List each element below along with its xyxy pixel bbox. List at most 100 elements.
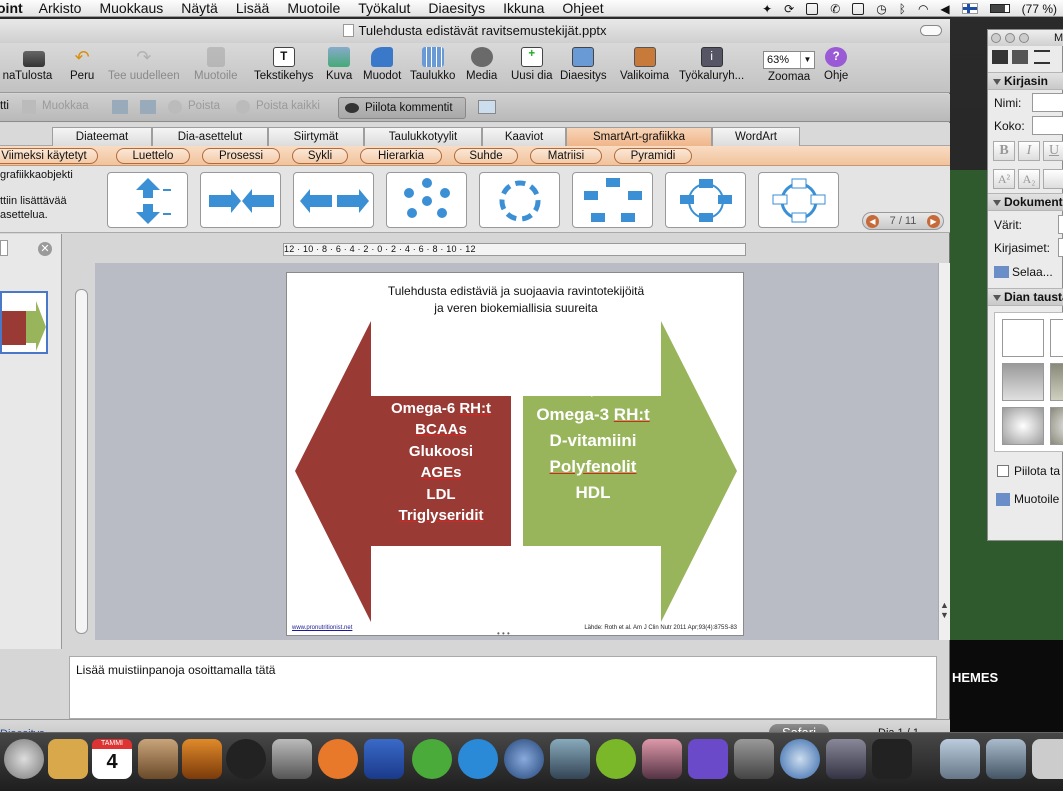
format-painter-button[interactable]: Muotoile — [194, 47, 237, 82]
table-button[interactable]: Taulukko — [410, 47, 455, 82]
background-swatch[interactable] — [1002, 363, 1044, 401]
close-pane-button[interactable]: ✕ — [38, 242, 52, 256]
smartart-option-diverging-arrows[interactable] — [293, 172, 374, 228]
phone-icon[interactable]: ✆ — [830, 2, 840, 16]
bluetooth-icon[interactable]: ᛒ — [899, 2, 906, 16]
finder-icon[interactable] — [4, 739, 44, 779]
delete-comment-button[interactable]: Poista — [168, 100, 220, 114]
toolbox-add-icon[interactable] — [1012, 50, 1028, 64]
photo-booth-icon[interactable] — [642, 739, 682, 779]
media-button[interactable]: Media — [466, 47, 497, 82]
menu-nayta[interactable]: Näytä — [181, 0, 218, 16]
category-matriisi[interactable]: Matriisi — [530, 148, 602, 164]
tab-dia-asettelut[interactable]: Dia-asettelut — [152, 127, 268, 146]
fonts-select[interactable] — [1058, 238, 1063, 257]
background-swatch[interactable] — [1050, 407, 1063, 445]
app-status-icon[interactable] — [806, 2, 819, 15]
send-comment-button[interactable] — [478, 100, 496, 117]
menu-diaesitys[interactable]: Diaesitys — [428, 0, 485, 16]
font-section-header[interactable]: Kirjasin — [988, 72, 1063, 90]
tab-wordart[interactable]: WordArt — [712, 127, 800, 146]
menu-ohjeet[interactable]: Ohjeet — [562, 0, 603, 16]
browse-themes-button[interactable]: Selaa... — [994, 265, 1053, 279]
safari-icon[interactable] — [780, 739, 820, 779]
redo-button[interactable]: ↷ Tee uudelleen — [108, 47, 180, 82]
spotify-icon[interactable] — [596, 739, 636, 779]
new-comment-button[interactable]: tti — [0, 100, 9, 112]
superscript-button[interactable]: A² — [993, 169, 1015, 189]
menu-lisaa[interactable]: Lisää — [236, 0, 269, 16]
toolbar-toggle-button[interactable] — [920, 25, 942, 36]
project-icon[interactable] — [412, 739, 452, 779]
tab-smartart[interactable]: SmartArt-grafiikka — [566, 127, 712, 146]
ical-icon[interactable]: TAMMI 4 — [92, 739, 132, 779]
font-size-input[interactable] — [1032, 116, 1063, 135]
itunes-icon[interactable] — [504, 739, 544, 779]
slide[interactable]: Tulehdusta edistäviä ja suojaavia ravint… — [286, 272, 744, 636]
vertical-scrollbar[interactable]: ▲ ▼ — [938, 263, 950, 640]
scroll-arrows-icon[interactable]: ▲ ▼ — [940, 600, 949, 620]
category-recent[interactable]: Viimeksi käytetyt — [0, 148, 98, 164]
zoom-select[interactable]: 63% ▼ — [763, 51, 815, 69]
hide-background-checkbox[interactable]: Piilota ta — [994, 464, 1060, 478]
system-preferences-icon[interactable] — [272, 739, 312, 779]
tab-taulukkotyylit[interactable]: Taulukkotyylit — [364, 127, 482, 146]
word-icon[interactable] — [688, 739, 728, 779]
category-prosessi[interactable]: Prosessi — [202, 148, 280, 164]
category-hierarkia[interactable]: Hierarkia — [360, 148, 442, 164]
smartart-option-continuous-cycle[interactable] — [758, 172, 839, 228]
display-icon[interactable] — [852, 2, 865, 15]
imovie-icon[interactable] — [226, 739, 266, 779]
slide-background-section-header[interactable]: Dian tausta — [988, 288, 1063, 306]
subscript-button[interactable]: A₂ — [1018, 169, 1040, 189]
toolbox-button[interactable]: i Työkaluryh... — [679, 47, 744, 82]
iphoto-icon[interactable] — [138, 739, 178, 779]
menu-tyokalut[interactable]: Työkalut — [358, 0, 410, 16]
footer-url[interactable]: www.pronutritionist.net — [292, 625, 352, 631]
zoom-dot-icon[interactable] — [1019, 33, 1029, 43]
messenger-icon[interactable] — [458, 739, 498, 779]
document-stack-icon[interactable] — [940, 739, 980, 779]
category-sykli[interactable]: Sykli — [292, 148, 348, 164]
tab-kaaviot[interactable]: Kaaviot — [482, 127, 566, 146]
anti-inflammatory-list[interactable]: MUFA, PUFA Omega-3 RH:t D-vitamiini Poly… — [523, 376, 663, 506]
gallery-toggle-button[interactable]: Valikoima — [620, 47, 669, 82]
smartart-option-segmented-cycle[interactable] — [665, 172, 746, 228]
tab-diateemat[interactable]: Diateemat — [52, 127, 152, 146]
palette-tab-icon[interactable] — [992, 50, 1008, 64]
print-button[interactable]: Tulosta — [15, 47, 52, 82]
powerpoint-icon[interactable] — [318, 739, 358, 779]
security-icon[interactable] — [826, 739, 866, 779]
splitter-handle[interactable]: • • • — [497, 630, 521, 638]
previous-comment-button[interactable] — [112, 100, 128, 117]
category-luettelo[interactable]: Luettelo — [116, 148, 190, 164]
dvd-player-icon[interactable] — [734, 739, 774, 779]
next-page-button[interactable]: ▶ — [927, 215, 940, 228]
pane-view-toggle[interactable] — [0, 240, 8, 256]
document-section-header[interactable]: Dokument — [988, 193, 1063, 211]
delete-all-comments-button[interactable]: Poista kaikki — [236, 100, 320, 114]
hide-comments-button[interactable]: Piilota kommentit — [338, 97, 466, 119]
smartart-option-block-cycle[interactable] — [572, 172, 653, 228]
undo-button[interactable]: ↶ Peru — [70, 47, 94, 82]
close-dot-icon[interactable] — [991, 33, 1001, 43]
font-name-input[interactable] — [1032, 93, 1063, 112]
downloads-stack-icon[interactable] — [986, 739, 1026, 779]
format-background-button[interactable]: Muotoile — [994, 492, 1059, 506]
bold-button[interactable]: B — [993, 141, 1015, 161]
menu-muotoile[interactable]: Muotoile — [287, 0, 340, 16]
trash-icon[interactable] — [1032, 739, 1063, 779]
time-machine-icon[interactable]: ◷ — [876, 2, 886, 16]
menu-ikkuna[interactable]: Ikkuna — [503, 0, 544, 16]
smartart-option-up-down-arrows[interactable] — [107, 172, 188, 228]
edit-comment-button[interactable]: Muokkaa — [22, 100, 89, 114]
menu-muokkaus[interactable]: Muokkaus — [99, 0, 163, 16]
garageband-icon[interactable] — [182, 739, 222, 779]
picture-button[interactable]: Kuva — [326, 47, 352, 82]
sync-icon[interactable]: ⟳ — [784, 2, 794, 16]
next-comment-button[interactable] — [140, 100, 156, 117]
preview-icon[interactable] — [550, 739, 590, 779]
minimize-dot-icon[interactable] — [1005, 33, 1015, 43]
expose-icon[interactable] — [364, 739, 404, 779]
category-pyramidi[interactable]: Pyramidi — [614, 148, 692, 164]
